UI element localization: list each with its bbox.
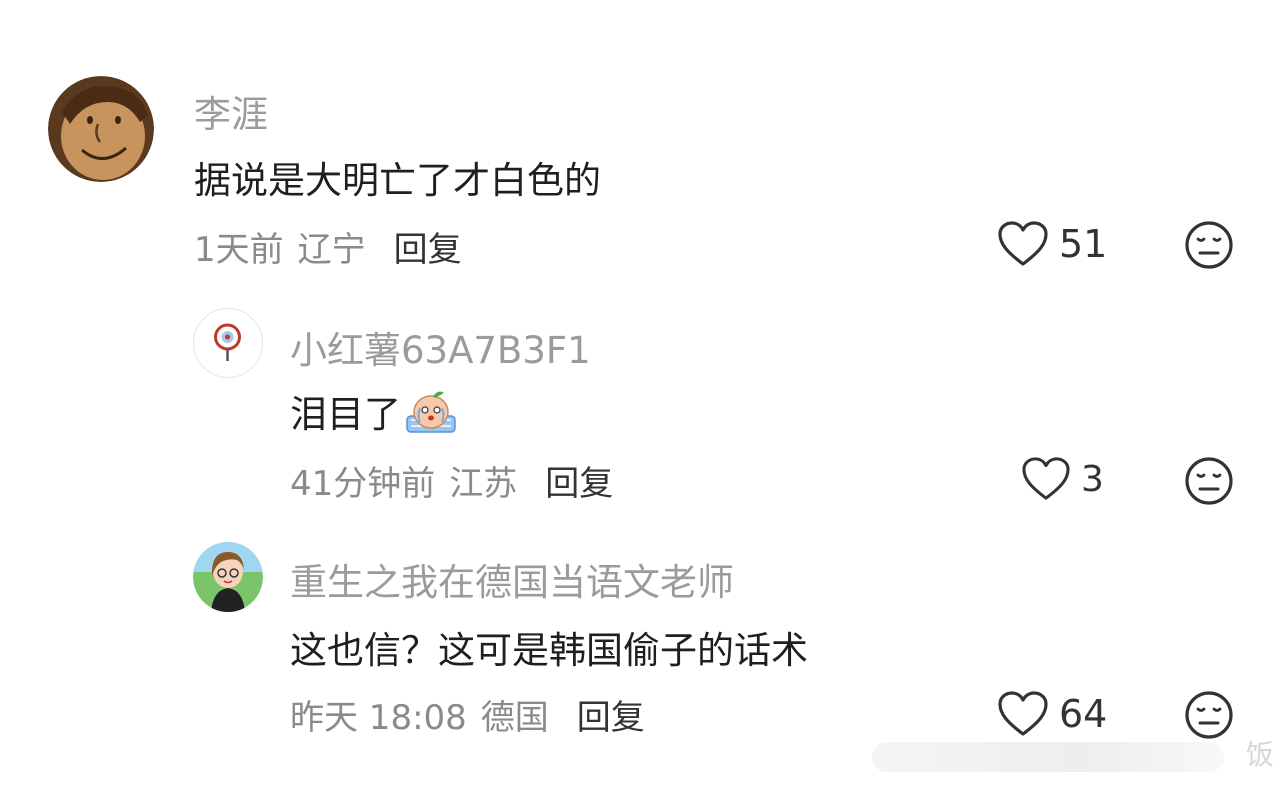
comment-meta: 1天前 辽宁 回复 (194, 222, 462, 271)
crying-peach-sticker-icon (403, 386, 459, 436)
comment-time: 昨天 18:08 (290, 698, 467, 738)
comment-location: 辽宁 (297, 230, 366, 270)
avatar[interactable] (193, 542, 263, 612)
comment-text-body: 据说是大明亡了才白色的 (194, 159, 601, 202)
dislike-button[interactable] (1184, 690, 1234, 740)
like-count: 64 (1059, 692, 1108, 736)
comment-text: 泪目了 (290, 384, 459, 438)
lollipop-avatar-drawing (214, 323, 241, 361)
comment-time: 1天前 (194, 230, 284, 270)
girl-avatar-drawing (193, 542, 263, 612)
reply-button[interactable]: 回复 (545, 456, 613, 505)
meh-face-icon (1185, 691, 1233, 739)
watermark-overlay (872, 742, 1224, 772)
comment-meta: 41分钟前 江苏 回复 (290, 456, 613, 505)
like-button[interactable]: 51 (997, 220, 1107, 268)
like-count: 3 (1081, 458, 1104, 500)
comment-text-body: 这也信？这可是韩国偷子的话术 (290, 629, 808, 672)
meh-face-icon (1185, 221, 1233, 269)
avatar[interactable] (48, 76, 154, 182)
username[interactable]: 李涯 (194, 84, 268, 138)
comment-text: 据说是大明亡了才白色的 (194, 150, 601, 204)
heart-outline-icon (998, 691, 1048, 736)
reply-item: 小红薯63A7B3F1 泪目了 41分钟前 江苏 回复 3 (0, 290, 1284, 530)
heart-outline-icon (998, 221, 1048, 266)
reply-button[interactable]: 回复 (577, 690, 645, 739)
dislike-button[interactable] (1184, 456, 1234, 506)
comment-location: 江苏 (449, 464, 518, 504)
heart-outline-icon (1022, 457, 1070, 500)
username[interactable]: 小红薯63A7B3F1 (290, 320, 591, 374)
meh-face-icon (1185, 457, 1233, 505)
like-count: 51 (1059, 222, 1108, 266)
comment-text-body: 泪目了 (290, 393, 401, 436)
reply-button[interactable]: 回复 (394, 222, 462, 271)
comment-item: 李涯 据说是大明亡了才白色的 1天前 辽宁 回复 51 (0, 0, 1284, 290)
avatar-face-drawing (48, 76, 154, 182)
avatar[interactable] (193, 308, 263, 378)
dislike-button[interactable] (1184, 220, 1234, 270)
like-button[interactable]: 3 (1021, 456, 1104, 502)
comment-meta: 昨天 18:08 德国 回复 (290, 690, 645, 739)
watermark-text: 饭 (1245, 738, 1274, 771)
comment-location: 德国 (480, 698, 549, 738)
like-button[interactable]: 64 (997, 690, 1107, 738)
username[interactable]: 重生之我在德国当语文老师 (290, 552, 734, 606)
comment-time: 41分钟前 (290, 464, 436, 504)
comment-text: 这也信？这可是韩国偷子的话术 (290, 620, 808, 674)
